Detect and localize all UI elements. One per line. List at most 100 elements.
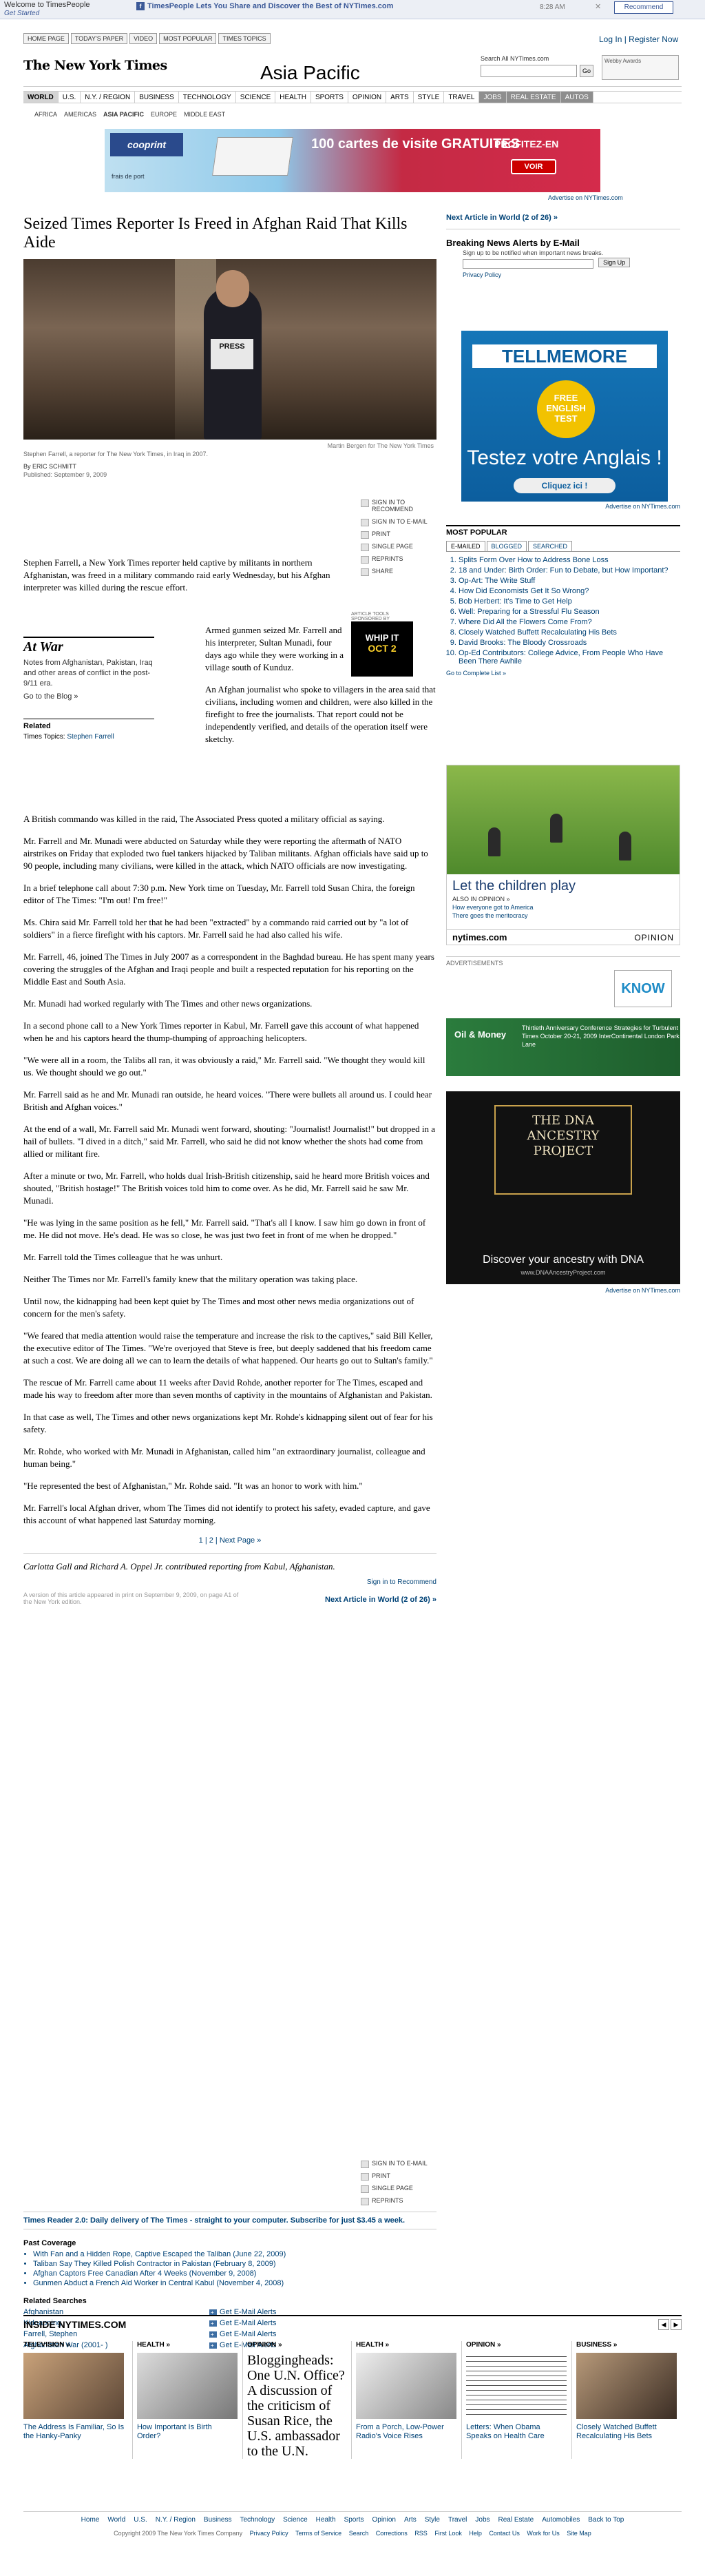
inside-thumbnail[interactable]: [576, 2353, 677, 2419]
next-article-link-bottom[interactable]: Next Article in World (2 of 26) »: [325, 1596, 436, 1604]
footer-link[interactable]: Back to Top: [588, 2516, 624, 2524]
footer-link[interactable]: N.Y. / Region: [156, 2516, 196, 2524]
inside-category[interactable]: HEALTH »: [137, 2341, 237, 2349]
nav-science[interactable]: SCIENCE: [236, 92, 276, 103]
tab-emailed[interactable]: E-MAILED: [446, 541, 485, 551]
article-photo[interactable]: PRESS Martin Bergen for The New York Tim…: [23, 259, 436, 449]
close-icon[interactable]: ✕: [595, 2, 601, 11]
nav-autos[interactable]: AUTOS: [560, 92, 593, 103]
list-item[interactable]: Taliban Say They Killed Polish Contracto…: [33, 2260, 436, 2268]
at-war-blog-link[interactable]: Go to the Blog »: [23, 692, 154, 702]
inside-thumbnail[interactable]: [356, 2353, 456, 2419]
list-item[interactable]: Where Did All the Flowers Come From?: [459, 618, 680, 626]
timespeople-message[interactable]: TimesPeople Lets You Share and Discover …: [147, 2, 393, 10]
inside-thumbnail[interactable]: [23, 2353, 124, 2419]
inside-thumbnail[interactable]: [136, 2353, 238, 2419]
copyright-link[interactable]: Privacy Policy: [250, 2530, 288, 2537]
list-item[interactable]: Afghan Captors Free Canadian After 4 Wee…: [33, 2269, 436, 2278]
children-play-ad[interactable]: Let the children play ALSO IN OPINION » …: [446, 765, 680, 945]
tool-single-page[interactable]: SINGLE PAGE: [361, 543, 436, 551]
tool-sign-in-email[interactable]: SIGN IN TO E-MAIL: [361, 518, 436, 526]
list-item[interactable]: With Fan and a Hidden Rope, Captive Esca…: [33, 2250, 436, 2258]
list-item[interactable]: Bob Herbert: It's Time to Get Help: [459, 597, 680, 606]
nav-travel[interactable]: TRAVEL: [444, 92, 480, 103]
subnav-americas[interactable]: AMERICAS: [64, 111, 96, 118]
nav-ny-region[interactable]: N.Y. / REGION: [81, 92, 136, 103]
nyt-logo[interactable]: The New York Times: [23, 58, 167, 73]
footer-link[interactable]: Style: [425, 2516, 440, 2524]
email-input[interactable]: [463, 259, 593, 269]
inside-headline[interactable]: How Important Is Birth Order?: [137, 2423, 237, 2441]
cooprint-banner-ad[interactable]: cooprint frais de port 100 cartes de vis…: [105, 129, 600, 192]
list-item[interactable]: Op-Ed Contributors: College Advice, From…: [459, 649, 680, 666]
whip-it-ad[interactable]: WHIP IT OCT 2: [351, 621, 413, 677]
footer-link[interactable]: Arts: [404, 2516, 417, 2524]
opinion-link[interactable]: There goes the meritocracy: [452, 912, 674, 919]
subnav-asia-pacific[interactable]: ASIA PACIFIC: [103, 111, 144, 118]
privacy-policy-link[interactable]: Privacy Policy: [463, 271, 680, 278]
tellmemore-cta-button[interactable]: Cliquez ici !: [514, 478, 615, 493]
footer-link[interactable]: Business: [204, 2516, 232, 2524]
nav-real-estate[interactable]: REAL ESTATE: [506, 92, 561, 103]
list-item[interactable]: How Did Economists Get It So Wrong?: [459, 587, 680, 595]
util-nav-video[interactable]: VIDEO: [129, 33, 158, 44]
copyright-link[interactable]: Search: [349, 2530, 369, 2537]
inside-headline[interactable]: Bloggingheads: One U.N. Office? A discus…: [247, 2353, 346, 2459]
nav-business[interactable]: BUSINESS: [135, 92, 179, 103]
tool-share[interactable]: SHARE: [361, 568, 436, 576]
copyright-link[interactable]: Contact Us: [489, 2530, 520, 2537]
list-item[interactable]: David Brooks: The Bloody Crossroads: [459, 639, 680, 647]
footer-link[interactable]: Home: [81, 2516, 100, 2524]
tool-single-page-bottom[interactable]: SINGLE PAGE: [361, 2185, 436, 2193]
footer-link[interactable]: World: [107, 2516, 125, 2524]
list-item[interactable]: Splits Form Over How to Address Bone Los…: [459, 556, 680, 564]
opinion-link[interactable]: How everyone got to America: [452, 904, 674, 911]
next-arrow-icon[interactable]: ▶: [671, 2319, 682, 2330]
tool-sign-in-recommend[interactable]: SIGN IN TO RECOMMEND: [361, 499, 436, 513]
inside-headline[interactable]: The Address Is Familiar, So Is the Hanky…: [23, 2423, 127, 2441]
inside-category[interactable]: HEALTH »: [356, 2341, 456, 2349]
times-reader-promo[interactable]: Times Reader 2.0: Daily delivery of The …: [23, 2212, 436, 2229]
footer-link[interactable]: U.S.: [134, 2516, 147, 2524]
subnav-africa[interactable]: AFRICA: [34, 111, 57, 118]
inside-category[interactable]: OPINION »: [247, 2341, 346, 2349]
tool-print[interactable]: PRINT: [361, 530, 436, 539]
nav-sports[interactable]: SPORTS: [311, 92, 348, 103]
times-topics-link[interactable]: Stephen Farrell: [67, 733, 114, 741]
copyright-link[interactable]: RSS: [414, 2530, 428, 2537]
advertise-link[interactable]: Advertise on NYTimes.com: [548, 194, 623, 201]
list-item[interactable]: Closely Watched Buffett Recalculating Hi…: [459, 628, 680, 637]
nav-health[interactable]: HEALTH: [275, 92, 311, 103]
util-nav-home[interactable]: HOME PAGE: [23, 33, 69, 44]
nav-opinion[interactable]: OPINION: [348, 92, 387, 103]
sign-up-button[interactable]: Sign Up: [598, 258, 631, 267]
inside-headline[interactable]: Closely Watched Buffett Recalculating Hi…: [576, 2423, 676, 2441]
copyright-link[interactable]: Corrections: [376, 2530, 408, 2537]
footer-link[interactable]: Science: [283, 2516, 308, 2524]
footer-link[interactable]: Technology: [240, 2516, 275, 2524]
at-war-title[interactable]: At War: [23, 637, 154, 655]
list-item[interactable]: Well: Preparing for a Stressful Flu Seas…: [459, 608, 680, 616]
tool-reprints-bottom[interactable]: REPRINTS: [361, 2197, 436, 2205]
util-nav-todays-paper[interactable]: TODAY'S PAPER: [70, 33, 128, 44]
nav-style[interactable]: STYLE: [414, 92, 445, 103]
tool-sign-in-email-bottom[interactable]: SIGN IN TO E-MAIL: [361, 2160, 436, 2168]
list-item[interactable]: Op-Art: The Write Stuff: [459, 577, 680, 585]
get-started-link[interactable]: Get Started: [4, 10, 39, 17]
ad-voir-button[interactable]: VOIR: [511, 159, 556, 174]
util-nav-times-topics[interactable]: TIMES TOPICS: [218, 33, 271, 44]
inside-category[interactable]: OPINION »: [466, 2341, 566, 2349]
know-ad[interactable]: KNOW: [614, 970, 672, 1007]
inside-thumbnail[interactable]: [466, 2353, 567, 2419]
footer-link[interactable]: Travel: [448, 2516, 467, 2524]
tab-blogged[interactable]: BLOGGED: [486, 541, 527, 551]
advertise-link-sidebar-2[interactable]: Advertise on NYTimes.com: [605, 1287, 680, 1294]
copyright-link[interactable]: Site Map: [567, 2530, 591, 2537]
nav-us[interactable]: U.S.: [59, 92, 81, 103]
footer-link[interactable]: Sports: [344, 2516, 364, 2524]
copyright-link[interactable]: First Look: [434, 2530, 462, 2537]
search-go-button[interactable]: Go: [580, 65, 593, 77]
tab-searched[interactable]: SEARCHED: [528, 541, 573, 551]
list-item[interactable]: Gunmen Abduct a French Aid Worker in Cen…: [33, 2279, 436, 2287]
complete-list-link[interactable]: Go to Complete List »: [446, 670, 680, 677]
